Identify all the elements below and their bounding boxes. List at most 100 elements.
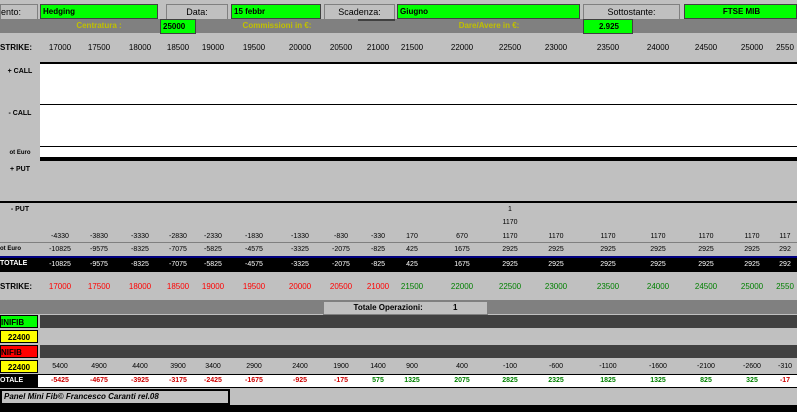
plus-call-area[interactable] [40, 62, 797, 106]
tot-euro-cell: 2925 [548, 246, 564, 253]
bottom-totale-cell: -1675 [245, 377, 263, 384]
scadenza-field[interactable]: Giugno [397, 4, 580, 19]
bottom-totale-cell: 2325 [548, 377, 564, 384]
strike-colored-cell: 20000 [288, 282, 312, 291]
bottom-totale-cell: -3925 [131, 377, 149, 384]
sottostante-label: Sottostante: [583, 4, 680, 20]
strike-cell: 19500 [242, 43, 266, 52]
minus-put-cell: -830 [333, 233, 348, 240]
minus-put-cell: -3330 [131, 233, 149, 240]
tot-euro-cell: 2925 [600, 246, 616, 253]
sottostante-field[interactable]: FTSE MIB [684, 4, 797, 19]
bottom-totale-cell: -4675 [90, 377, 108, 384]
tot-euro-put-label: ot Euro [0, 246, 21, 252]
strike-cell: 17500 [87, 43, 111, 52]
minus-call-area[interactable] [40, 104, 797, 148]
tot-euro-cell: 1675 [454, 246, 470, 253]
put-qty-marker[interactable]: 1 [490, 206, 530, 213]
minifib-cell: 4400 [132, 363, 148, 370]
totale-operazioni-value: 1 [452, 303, 458, 312]
minus-put-cell: 117 [779, 233, 791, 240]
minifib-cell: 2900 [246, 363, 262, 370]
totale-cell: 1675 [454, 261, 470, 268]
minus-put-cell: -4330 [51, 233, 69, 240]
totale-cell: 2925 [600, 261, 616, 268]
minifib-row-2[interactable] [40, 345, 797, 358]
tot-euro-cell: -3325 [291, 246, 309, 253]
minus-put-cell: 1170 [698, 233, 714, 240]
minifib-cell: 1900 [333, 363, 349, 370]
totale-cell: 292 [779, 261, 791, 268]
minifib-row-1[interactable] [40, 315, 797, 328]
put-qty-price[interactable]: 1170 [490, 219, 530, 226]
totale-cell: -7075 [169, 261, 187, 268]
tot-euro-cell: 2925 [698, 246, 714, 253]
strategy-label: ento: [0, 4, 38, 20]
strike-cell: 22000 [450, 43, 474, 52]
bottom-totale-cell: 1325 [404, 377, 420, 384]
strike-cell: 22500 [498, 43, 522, 52]
bottom-totale-cell: -2425 [204, 377, 222, 384]
strike-colored-cell: 19000 [201, 282, 225, 291]
minifib-value-2[interactable]: 22400 [0, 360, 38, 373]
minus-put-cell: -1830 [245, 233, 263, 240]
data-field[interactable]: 15 febbr [231, 4, 321, 19]
strike-colored-cell: 22000 [450, 282, 474, 291]
totale-cell: 2925 [650, 261, 666, 268]
minus-call-label: - CALL [8, 110, 32, 117]
bottom-totale-label: OTALE [0, 374, 38, 388]
minifib-cell: 2400 [292, 363, 308, 370]
minus-put-cell: 670 [456, 233, 468, 240]
minus-put-cell: 1170 [502, 233, 518, 240]
data-label: Data: [166, 4, 228, 20]
totale-cell: 425 [406, 261, 418, 268]
totale-cell: 2925 [548, 261, 564, 268]
bottom-totale-cell: -175 [333, 377, 348, 384]
minifib-cell: -1100 [599, 363, 617, 370]
tot-euro-cell: -10825 [49, 246, 71, 253]
footer-credit: Panel Mini Fib© Francesco Caranti rel.08 [0, 389, 230, 405]
minus-put-cell: -3830 [90, 233, 108, 240]
minus-put-cell: -1330 [291, 233, 309, 240]
bottom-totale-cell: 825 [700, 377, 712, 384]
strategy-field[interactable]: Hedging [40, 4, 158, 19]
plus-put-area[interactable] [40, 159, 797, 203]
minus-put-cell: -2830 [169, 233, 187, 240]
totale-cell: -10825 [49, 261, 71, 268]
totale-cell: 2925 [502, 261, 518, 268]
minifib-cell: 4900 [91, 363, 107, 370]
minifib-cell: 400 [456, 363, 468, 370]
strike-colored-cell: 2550 [776, 282, 794, 291]
strike-colored-cell: 19500 [242, 282, 266, 291]
centratura-field[interactable]: 25000 [160, 19, 196, 34]
strike-colored-cell: 23500 [596, 282, 620, 291]
bottom-totale-cell: 1825 [600, 377, 616, 384]
totale-cell: -9575 [90, 261, 108, 268]
totale-label: TOTALE [0, 260, 28, 267]
minifib-value-1[interactable]: 22400 [0, 330, 38, 343]
strike-cell: 23500 [596, 43, 620, 52]
scadenza-label: Scadenza: [324, 4, 395, 20]
minifib-cell: 3900 [170, 363, 186, 370]
minus-put-cell: 170 [406, 233, 418, 240]
commissioni-field[interactable] [358, 19, 395, 21]
strike-cell: 21500 [400, 43, 424, 52]
strike-colored-cell: 22500 [498, 282, 522, 291]
totale-cell: -8325 [131, 261, 149, 268]
strike-cell: 24500 [694, 43, 718, 52]
strike-colored-cell: 17500 [87, 282, 111, 291]
bottom-totale-cell: 2075 [454, 377, 470, 384]
bottom-totale-cell: -3175 [169, 377, 187, 384]
totale-cell: -3325 [291, 261, 309, 268]
strike-cell: 2550 [776, 43, 794, 52]
bottom-totale-cell: -5425 [51, 377, 69, 384]
dare-avere-field[interactable]: 2.925 [583, 19, 633, 34]
dare-avere-label: Dare/Avere in €: [398, 20, 580, 32]
strike-cell: 20500 [329, 43, 353, 52]
strike-label-2: STRIKE: [0, 282, 32, 291]
tot-euro-cell: -9575 [90, 246, 108, 253]
strike-colored-cell: 17000 [48, 282, 72, 291]
bottom-totale-cell: 2825 [502, 377, 518, 384]
strike-row: STRIKE: 17000 17500 18000 18500 19000 19500 20… [0, 38, 797, 60]
strike-label: STRIKE: [0, 43, 32, 52]
